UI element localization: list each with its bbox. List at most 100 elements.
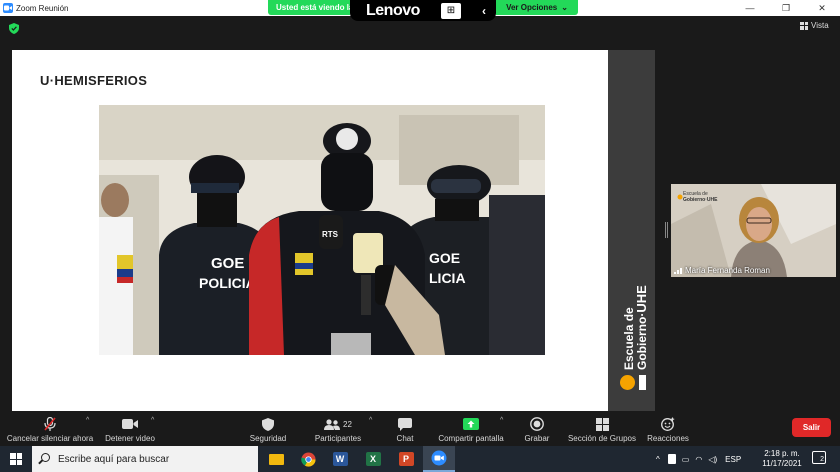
chevron-up-icon[interactable]: ^	[656, 455, 660, 464]
windows-taskbar: Escribe aquí para buscar W X P ^ ▭ ◠ ◁) …	[0, 446, 840, 472]
windows-logo-icon	[10, 453, 22, 465]
uhe-vertical-logo: Escuela de Gobierno·UHE	[608, 50, 655, 411]
toolbar-label: Reacciones	[647, 434, 689, 443]
participant-video-tile[interactable]: Escuela de Gobierno·UHE María Fernanda R…	[671, 184, 836, 277]
toolbar-label: Grabar	[524, 434, 550, 443]
slide-title: U·HEMISFERIOS	[40, 73, 148, 88]
sharing-banner-text: Usted está viendo la	[276, 3, 350, 12]
record-icon	[530, 417, 544, 431]
excel-icon: X	[365, 452, 381, 466]
toolbar-label: Chat	[396, 434, 414, 443]
taskbar-search-placeholder: Escribe aquí para buscar	[58, 453, 170, 465]
share-screen-icon	[463, 417, 479, 431]
view-options-label: Ver Opciones	[506, 3, 558, 12]
microphone-muted-icon	[44, 417, 56, 431]
clock-time: 2:18 p. m.	[764, 449, 800, 458]
close-icon[interactable]: ✕	[804, 0, 840, 16]
svg-text:RTS: RTS	[322, 230, 339, 239]
participant-name-label: María Fernanda Roman	[674, 266, 770, 275]
participants-icon	[324, 418, 341, 430]
minimize-icon[interactable]: —	[732, 0, 768, 16]
reactions-button[interactable]: Reacciones	[646, 411, 690, 446]
taskbar-app-chrome[interactable]	[292, 446, 324, 472]
chat-button[interactable]: Chat	[388, 411, 422, 446]
leave-button[interactable]: Salir	[792, 418, 831, 437]
battery-icon[interactable]: ▭	[682, 455, 690, 464]
taskbar-app-powerpoint[interactable]: P	[390, 446, 422, 472]
taskbar-app-excel[interactable]: X	[357, 446, 389, 472]
breakout-rooms-icon	[595, 417, 609, 431]
band-brand: UHE	[634, 285, 649, 313]
security-button[interactable]: Seguridad	[243, 411, 293, 446]
usb-icon[interactable]	[667, 454, 676, 464]
svg-text:POLICIA: POLICIA	[199, 275, 256, 291]
tile-logo-line2: Gobierno·UHE	[683, 197, 718, 203]
start-button[interactable]	[0, 446, 32, 472]
reactions-icon	[661, 417, 675, 431]
video-options-caret[interactable]: ^	[151, 417, 154, 424]
share-options-caret[interactable]: ^	[500, 417, 503, 424]
shield-icon	[262, 417, 274, 431]
toolbar-label: Seguridad	[249, 434, 287, 443]
chevron-down-icon: ⌄	[561, 3, 568, 12]
chevron-left-icon[interactable]: ‹	[482, 4, 486, 18]
taskbar-app-word[interactable]: W	[324, 446, 356, 472]
grid-view-icon	[800, 21, 808, 30]
band-line2: Gobierno·	[635, 312, 649, 370]
uhe-white-bar	[639, 375, 646, 390]
window-title: Zoom Reunión	[16, 3, 69, 13]
lenovo-overlay-bar: Lenovo ⊞ ‹	[350, 0, 496, 21]
participants-button[interactable]: 22 Participantes	[308, 411, 368, 446]
language-indicator[interactable]: ESP	[725, 455, 741, 464]
share-screen-button[interactable]: Compartir pantalla	[436, 411, 506, 446]
taskbar-search-box[interactable]: Escribe aquí para buscar	[32, 446, 258, 472]
zoom-icon	[431, 450, 447, 466]
word-icon: W	[332, 452, 348, 466]
toolbar-label: Participantes	[314, 434, 362, 443]
meeting-toolbar: Cancelar silenciar ahora ^ Detener video…	[0, 411, 840, 446]
taskbar-app-file-explorer[interactable]	[260, 446, 292, 472]
panel-splitter-handle[interactable]	[665, 222, 668, 238]
notification-center-icon[interactable]: 2	[812, 451, 826, 464]
signal-bars-icon	[674, 267, 682, 274]
participants-options-caret[interactable]: ^	[369, 417, 372, 424]
svg-text:GOE: GOE	[429, 250, 460, 266]
press-photo-illustration: GOE POLICIA GOE LICIA RTS	[99, 105, 545, 355]
system-tray: ^ ▭ ◠ ◁) ESP	[656, 446, 741, 472]
sharing-banner: Usted está viendo la	[268, 0, 350, 15]
taskbar-app-zoom[interactable]	[423, 446, 455, 472]
shared-screen: U·HEMISFERIOS GOE POLICIA GOE LICIA RTS	[12, 50, 608, 411]
restore-icon[interactable]: ❐	[768, 0, 804, 16]
breakout-rooms-button[interactable]: Sección de Grupos	[566, 411, 638, 446]
uhe-orange-dot	[620, 375, 635, 390]
participants-count: 22	[343, 419, 352, 429]
lenovo-tool-icon[interactable]: ⊞	[440, 2, 461, 19]
clock-date: 11/17/2021	[762, 459, 802, 468]
wifi-icon[interactable]: ◠	[695, 455, 702, 464]
view-button[interactable]: Vista	[800, 21, 829, 30]
view-options-button[interactable]: Ver Opciones ⌄	[496, 0, 578, 15]
view-button-label: Vista	[811, 21, 829, 30]
toolbar-label: Sección de Grupos	[567, 434, 637, 443]
svg-text:LICIA: LICIA	[429, 270, 466, 286]
record-button[interactable]: Grabar	[522, 411, 552, 446]
file-explorer-icon	[268, 453, 284, 465]
toolbar-label: Cancelar silenciar ahora	[6, 434, 94, 443]
zoom-app-icon	[3, 3, 13, 13]
toolbar-label: Detener video	[105, 434, 155, 443]
unmute-button[interactable]: Cancelar silenciar ahora	[6, 411, 94, 446]
lenovo-logo: Lenovo	[366, 1, 420, 19]
chrome-icon	[300, 451, 316, 467]
window-controls: — ❐ ✕	[732, 0, 840, 16]
chat-icon	[398, 417, 412, 431]
svg-text:GOE: GOE	[211, 255, 244, 272]
slide-photo: GOE POLICIA GOE LICIA RTS	[99, 105, 545, 355]
participant-video-background: Escuela de Gobierno·UHE	[671, 184, 836, 277]
audio-options-caret[interactable]: ^	[86, 417, 89, 424]
taskbar-clock[interactable]: 2:18 p. m. 11/17/2021	[758, 449, 806, 469]
volume-icon[interactable]: ◁)	[708, 455, 717, 464]
video-camera-icon	[122, 417, 138, 431]
toolbar-label: Compartir pantalla	[438, 434, 504, 443]
participant-name: María Fernanda Roman	[685, 266, 770, 275]
encryption-shield-icon[interactable]	[9, 23, 19, 34]
